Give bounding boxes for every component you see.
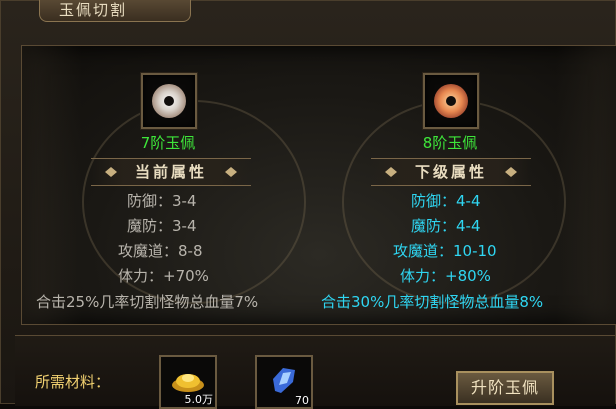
material-slot-gold[interactable]: 5.0万 [159,355,217,409]
current-item-name: 7阶玉佩 [140,134,196,152]
jade-hole [164,96,174,106]
next-stat-defense: 防御：4-4 [411,192,481,210]
diamond-ornament-icon [505,167,517,177]
diamond-ornament-icon [385,167,397,177]
crystal-count: 70 [295,394,309,407]
materials-label: 所需材料： [35,373,111,391]
current-stat-attack: 攻魔道：8-8 [118,242,203,260]
crystal-shard-icon [273,368,295,393]
gold-ingot-icon [172,374,204,392]
white-jade-pendant-icon [152,84,186,118]
upgrade-jade-button[interactable]: 升阶玉佩 [456,371,554,405]
next-stat-bonus: 合击30%几率切割怪物总血量8% [321,293,544,311]
pillar-decoration-left [22,46,82,324]
diamond-ornament-icon [105,167,117,177]
current-stats-title: 当前属性 [134,163,207,181]
next-stats-title: 下级属性 [414,163,487,181]
gold-count: 5.0万 [184,393,214,406]
next-item-slot[interactable] [423,73,479,129]
diamond-ornament-icon [225,167,237,177]
next-item-name: 8阶玉佩 [422,134,478,152]
jade-hole [446,96,456,106]
next-stat-attack: 攻魔道：10-10 [393,242,497,260]
next-stat-magic-defense: 魔防：4-4 [411,217,481,235]
jade-cut-window: 玉佩切割 7阶玉佩 8阶玉佩 当前属性 下级属性 防御：3-4 魔防：3-4 攻… [0,0,616,409]
next-stat-stamina: 体力：+80% [400,267,491,285]
current-stats-banner: 当前属性 [91,158,251,186]
current-stat-stamina: 体力：+70% [118,267,209,285]
window-title: 玉佩切割 [59,1,128,19]
pillar-decoration-right [556,46,616,324]
current-stat-bonus: 合击25%几率切割怪物总血量7% [36,293,259,311]
material-slot-crystal[interactable]: 70 [255,355,313,409]
current-item-slot[interactable] [141,73,197,129]
next-stats-banner: 下级属性 [371,158,531,186]
amber-jade-pendant-icon [434,84,468,118]
current-stat-defense: 防御：3-4 [127,192,197,210]
current-stat-magic-defense: 魔防：3-4 [127,217,197,235]
